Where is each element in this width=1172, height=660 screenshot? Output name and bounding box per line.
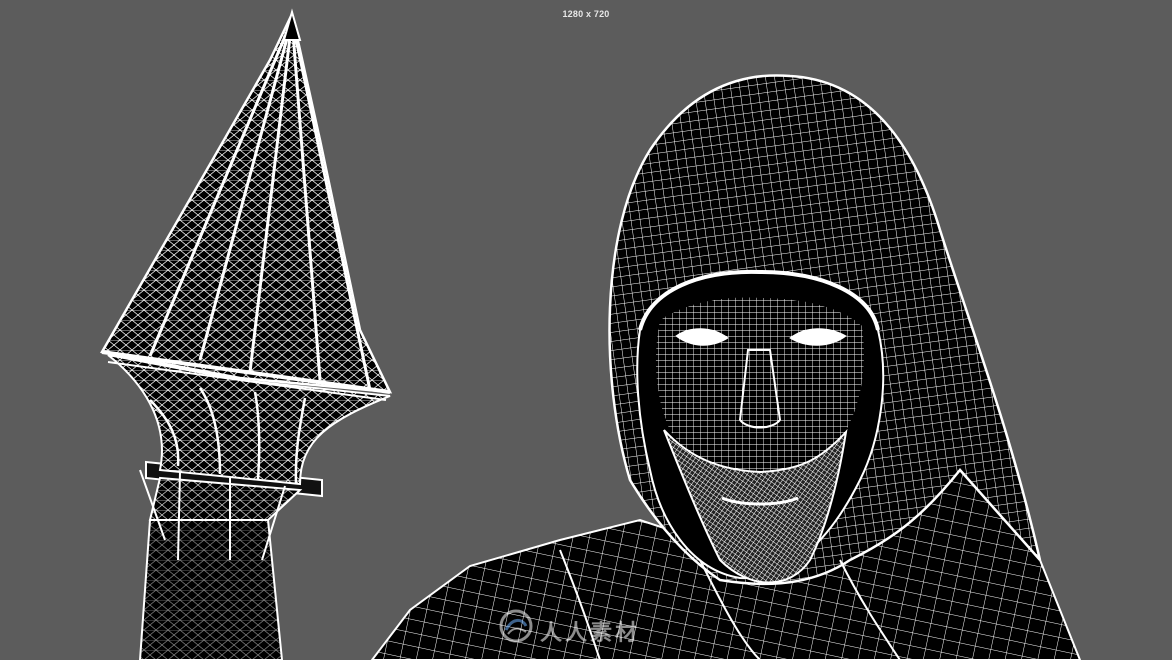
3d-viewport[interactable]: 1280 x 720 人人素材 bbox=[0, 0, 1172, 660]
watermark-text: 人人素材 bbox=[540, 621, 641, 646]
wireframe-scene[interactable] bbox=[0, 0, 1172, 660]
hooded-figure-mesh[interactable] bbox=[370, 74, 1082, 660]
watermark: 人人素材 bbox=[496, 606, 686, 646]
swirl-logo-icon bbox=[499, 609, 533, 643]
staff-mesh[interactable] bbox=[100, 8, 393, 660]
